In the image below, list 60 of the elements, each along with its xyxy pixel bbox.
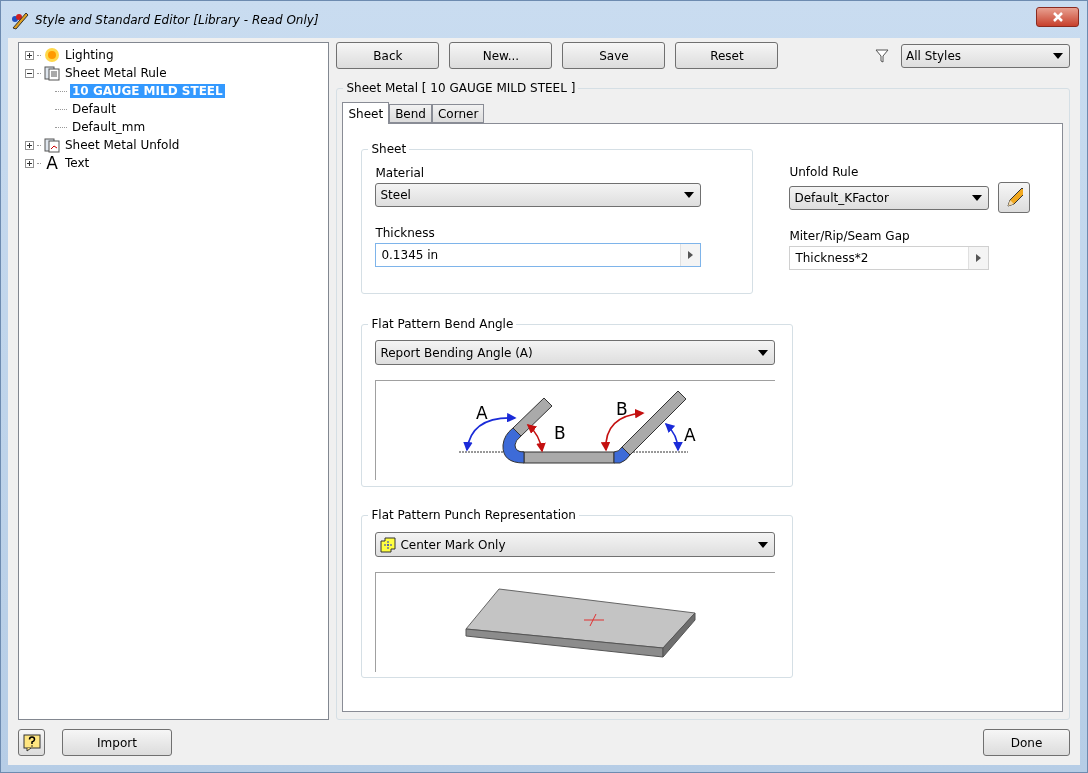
center-mark-icon xyxy=(380,536,397,553)
angle-label: A xyxy=(684,425,697,445)
field-label: Miter/Rip/Seam Gap xyxy=(789,229,911,245)
collapse-icon[interactable] xyxy=(25,68,34,78)
clipboard-icon xyxy=(44,137,60,153)
text-style-icon: A xyxy=(44,153,60,173)
tree-item[interactable]: Default xyxy=(70,102,118,116)
dropdown-arrow-icon xyxy=(684,192,695,198)
done-button[interactable]: Done xyxy=(983,729,1070,756)
field-label: Unfold Rule xyxy=(789,165,860,181)
tab[interactable]: Corner xyxy=(431,104,485,123)
bend-angle-dropdown[interactable]: Report Bending Angle (A) xyxy=(375,340,776,365)
thickness-field[interactable]: 0.1345 in xyxy=(375,243,702,267)
tree-item[interactable]: Sheet Metal Rule xyxy=(63,66,169,80)
import-button[interactable]: Import xyxy=(62,729,172,756)
tree-item[interactable]: Text xyxy=(63,156,92,170)
help-icon xyxy=(22,733,41,752)
toolbar-button[interactable]: Back xyxy=(336,42,440,69)
dropdown-arrow-icon xyxy=(1053,52,1063,59)
expand-icon[interactable] xyxy=(25,50,34,60)
expand-icon[interactable] xyxy=(25,140,34,150)
expand-icon[interactable] xyxy=(25,158,34,168)
group-title: Flat Pattern Bend Angle xyxy=(368,317,517,331)
tab[interactable]: Bend xyxy=(389,104,432,123)
field-label: Thickness xyxy=(375,226,436,242)
toolbar-button[interactable]: Reset xyxy=(675,42,779,69)
field-label: Material xyxy=(375,166,426,182)
toolbar-button[interactable]: New... xyxy=(449,42,553,69)
unfold-rule-dropdown[interactable]: Default_KFactor xyxy=(789,185,990,210)
dropdown-arrow-icon xyxy=(758,541,769,548)
tree-item[interactable]: Default_mm xyxy=(70,120,148,134)
angle-arrow xyxy=(527,423,546,453)
close-button[interactable] xyxy=(1036,6,1079,27)
tab[interactable]: Sheet xyxy=(342,102,390,124)
group-title: Sheet Metal [ 10 GAUGE MILD STEEL ] xyxy=(343,81,579,95)
material-dropdown[interactable]: Steel xyxy=(375,183,702,207)
angle-arrow xyxy=(665,422,683,452)
group-title: Sheet xyxy=(368,142,410,156)
filter-icon[interactable] xyxy=(875,48,889,63)
dropdown-arrow-icon xyxy=(972,194,983,201)
angle-label: A xyxy=(476,403,489,423)
spin-arrow-icon xyxy=(976,254,982,262)
gap-field[interactable]: Thickness*2 xyxy=(789,246,990,270)
pencil-icon xyxy=(1005,186,1024,209)
toolbar-button[interactable]: Save xyxy=(562,42,666,69)
edit-button[interactable] xyxy=(998,182,1031,213)
sun-icon xyxy=(44,47,60,63)
window-title: Style and Standard Editor [Library - Read Only] xyxy=(35,12,320,27)
group-title: Flat Pattern Punch Representation xyxy=(368,508,579,522)
close-icon xyxy=(1052,11,1063,22)
tree-item[interactable]: Lighting xyxy=(63,48,116,62)
dropdown-arrow-icon xyxy=(758,349,769,356)
punch-dropdown[interactable]: Center Mark Only xyxy=(375,532,776,557)
spin-arrow-icon xyxy=(688,251,694,259)
help-button[interactable] xyxy=(18,729,45,756)
tree-item[interactable]: Sheet Metal Unfold xyxy=(63,138,182,152)
angle-label: B xyxy=(616,399,629,419)
style-filter-dropdown[interactable]: All Styles xyxy=(901,43,1070,68)
angle-label: B xyxy=(554,423,567,443)
clipboard-icon xyxy=(44,65,60,81)
